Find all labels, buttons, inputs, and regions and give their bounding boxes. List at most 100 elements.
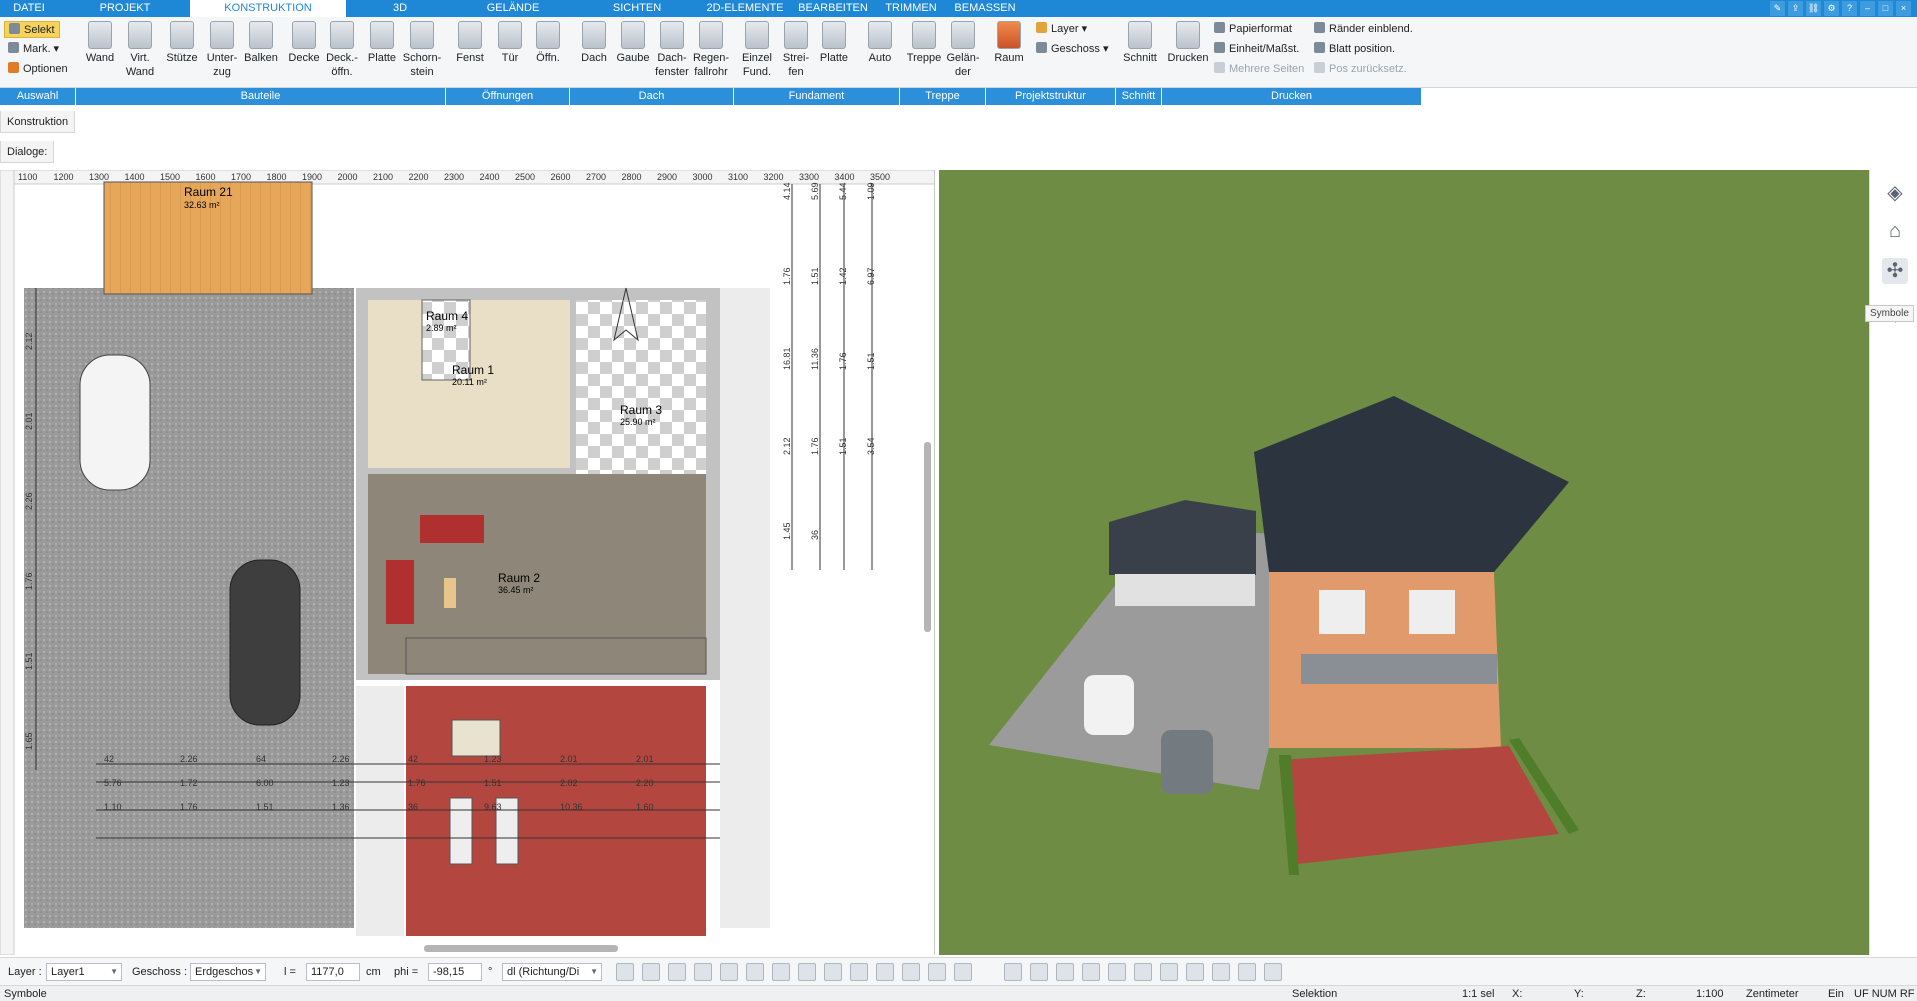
direction-select[interactable]: dl (Richtung/Di ▼ [502, 963, 602, 981]
tool-16-icon[interactable] [1030, 963, 1048, 981]
plan-horizontal-scrollbar[interactable] [424, 945, 618, 952]
wand-button[interactable]: Wand [82, 21, 118, 65]
geschoss-select[interactable]: Erdgeschos ▼ [190, 963, 266, 981]
close-icon[interactable]: × [1896, 1, 1911, 16]
mark-button[interactable]: Mark. ▾ [8, 41, 59, 58]
einzelfund-button[interactable]: Einzel Fund. [738, 21, 776, 79]
share-icon[interactable]: ⇪ [1788, 1, 1803, 16]
layers-icon[interactable]: ◈ [1882, 180, 1908, 206]
fenst-button[interactable]: Fenst [452, 21, 488, 65]
gaube-button[interactable]: Gaube [614, 21, 652, 65]
decke-button[interactable]: Decke [286, 21, 322, 65]
plan-vertical-scrollbar[interactable] [924, 442, 931, 632]
tool-10-icon[interactable] [850, 963, 868, 981]
drucken-button[interactable]: Drucken [1166, 21, 1210, 65]
tool-11-icon[interactable] [876, 963, 894, 981]
tool-18-icon[interactable] [1082, 963, 1100, 981]
3d-scene[interactable] [939, 170, 1869, 955]
tool-12-icon[interactable] [902, 963, 920, 981]
pos-zuruecksetz-button[interactable]: Pos zurücksetz. [1314, 61, 1407, 78]
raum-button[interactable]: Raum [990, 21, 1028, 65]
dim-right-label: 1.51 [838, 437, 848, 455]
ruler-top-label: 3500 [870, 172, 890, 182]
tool-23-icon[interactable] [1212, 963, 1230, 981]
auto-button[interactable]: Auto [862, 21, 898, 65]
unterzug-button[interactable]: Unter-zug [204, 21, 240, 79]
help-icon[interactable]: ? [1842, 1, 1857, 16]
tool-20-icon[interactable] [1134, 963, 1152, 981]
dach-button[interactable]: Dach [576, 21, 612, 65]
tool-19-icon[interactable] [1108, 963, 1126, 981]
tool-7-icon[interactable] [772, 963, 790, 981]
link-icon[interactable]: ⛓ [1806, 1, 1821, 16]
tab-sichten[interactable]: SICHTEN [592, 0, 682, 17]
tools-icon[interactable]: ✎ [1770, 1, 1785, 16]
balken-button[interactable]: Balken [243, 21, 279, 65]
schnitt-button[interactable]: Schnitt [1120, 21, 1160, 65]
tool-1-icon[interactable] [616, 963, 634, 981]
gelaender-button[interactable]: Gelän-der [944, 21, 982, 79]
dialoge-panel-tab[interactable]: Dialoge: [0, 141, 55, 163]
tool-5-icon[interactable] [720, 963, 738, 981]
blatt-position-button[interactable]: Blatt position. [1314, 41, 1395, 58]
tool-2-icon[interactable] [642, 963, 660, 981]
tool-22-icon[interactable] [1186, 963, 1204, 981]
dachfenster-button[interactable]: Dach-fenster [652, 21, 692, 79]
tool-13-icon[interactable] [928, 963, 946, 981]
selekt-button[interactable]: Selekt [4, 21, 60, 38]
tab-trimmen[interactable]: TRIMMEN [880, 0, 942, 17]
minimize-icon[interactable]: – [1860, 1, 1875, 16]
symbols-icon[interactable]: ✣ [1882, 258, 1908, 284]
konstruktion-panel-tab[interactable]: Konstruktion [0, 111, 76, 133]
fund-platte-button[interactable]: Platte [816, 21, 852, 65]
chimney-icon [410, 21, 434, 49]
length-input[interactable]: 1177,0 [306, 963, 360, 981]
regenfallrohr-button[interactable]: Regen-fallrohr [690, 21, 732, 79]
dim-right-label: 36 [810, 530, 820, 540]
treppe-button[interactable]: Treppe [904, 21, 944, 65]
tool-24-icon[interactable] [1238, 963, 1256, 981]
3d-view[interactable] [939, 170, 1869, 955]
tab-gelaende[interactable]: GELÄNDE [463, 0, 563, 17]
tuer-button[interactable]: Tür [492, 21, 528, 65]
tab-bearbeiten[interactable]: BEARBEITEN [793, 0, 873, 17]
floor-plan-canvas[interactable]: 1100 1200 1300 1400 1500 1600 1700 1800 1900 2000… [0, 170, 935, 955]
tab-3d[interactable]: 3D [360, 0, 440, 17]
wrench-icon[interactable]: ⚙ [1824, 1, 1839, 16]
streifen-button[interactable]: Strei-fen [778, 21, 814, 79]
layer-select[interactable]: Layer1 ▼ [46, 963, 122, 981]
tool-25-icon[interactable] [1264, 963, 1282, 981]
virt-wand-button[interactable]: Virt. Wand [122, 21, 158, 79]
oeffn-button[interactable]: Öffn. [530, 21, 566, 65]
tab-konstruktion[interactable]: KONSTRUKTION [190, 0, 346, 17]
maximize-icon[interactable]: □ [1878, 1, 1893, 16]
tab-2d-elemente[interactable]: 2D-ELEMENTE [700, 0, 790, 17]
raender-button[interactable]: Ränder einblend. [1314, 21, 1413, 38]
tab-projekt[interactable]: PROJEKT [62, 0, 188, 17]
optionen-button[interactable]: Optionen [8, 61, 68, 78]
tool-8-icon[interactable] [798, 963, 816, 981]
floor-plan-view[interactable]: 1100 1200 1300 1400 1500 1600 1700 1800 1900 2000… [0, 170, 935, 955]
tab-datei[interactable]: DATEI [0, 0, 58, 17]
layer-dropdown[interactable]: Layer ▾ [1036, 21, 1087, 38]
platte-button[interactable]: Platte [364, 21, 400, 65]
tool-3-icon[interactable] [668, 963, 686, 981]
deck-oeffn-button[interactable]: Deck.-öffn. [322, 21, 362, 79]
phi-input[interactable]: -98,15 [428, 963, 482, 981]
tab-bemassen[interactable]: BEMASSEN [950, 0, 1020, 17]
tool-4-icon[interactable] [694, 963, 712, 981]
tool-21-icon[interactable] [1160, 963, 1178, 981]
tool-9-icon[interactable] [824, 963, 842, 981]
einheit-massstab-button[interactable]: Einheit/Maßst. [1214, 41, 1299, 58]
schornstein-button[interactable]: Schorn-stein [400, 21, 444, 79]
tool-15-icon[interactable] [1004, 963, 1022, 981]
stuetze-button[interactable]: Stütze [164, 21, 200, 65]
tool-text-icon[interactable] [746, 963, 764, 981]
papierformat-button[interactable]: Papierformat [1214, 21, 1292, 38]
3d-window-1 [1319, 590, 1365, 634]
furniture-chair-icon[interactable]: ⌂ [1882, 218, 1908, 244]
mehrere-seiten-button[interactable]: Mehrere Seiten [1214, 61, 1304, 78]
tool-17-icon[interactable] [1056, 963, 1074, 981]
geschoss-dropdown[interactable]: Geschoss ▾ [1036, 41, 1109, 58]
tool-north-icon[interactable] [954, 963, 972, 981]
